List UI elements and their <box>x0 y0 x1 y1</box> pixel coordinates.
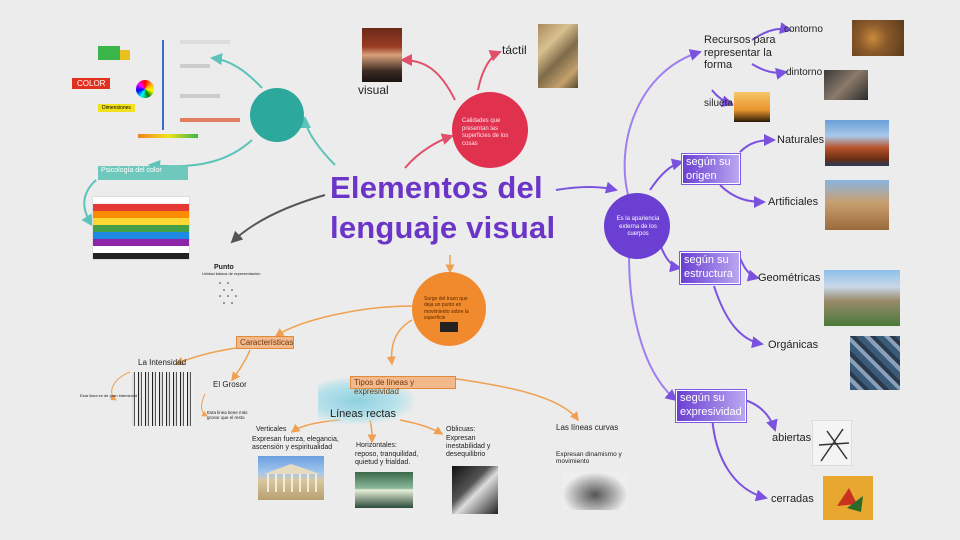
oblique-image <box>452 466 498 514</box>
connector <box>711 415 768 502</box>
label-geometricas: Geométricas <box>758 272 821 284</box>
texture-image <box>538 24 578 88</box>
connector <box>713 285 764 349</box>
connector <box>449 377 579 422</box>
oblicuas-title: Oblicuas: <box>446 426 476 433</box>
label-intensidad: La Intensidad <box>138 358 187 367</box>
label-contorno: contorno <box>784 24 823 35</box>
label-naturales: Naturales <box>777 134 825 146</box>
connector <box>148 139 253 172</box>
verticales-title: Verticales <box>256 426 287 433</box>
parthenon-image <box>258 456 324 500</box>
psicologia-table <box>92 196 190 260</box>
color-theory-panel: COLOR Dimensiones <box>70 34 240 138</box>
label-rectas: Líneas rectas <box>330 408 397 420</box>
label-cerradas: cerradas <box>771 493 814 505</box>
connector <box>739 257 760 282</box>
connector <box>274 305 413 337</box>
text-row <box>180 64 210 68</box>
label-abiertas: abiertas <box>772 432 812 444</box>
curvas-title: Las líneas curvas <box>556 423 619 432</box>
dintorno-image <box>824 70 868 100</box>
mountains-image <box>825 120 889 166</box>
chip-caracteristicas[interactable]: Características <box>236 336 294 349</box>
connector <box>400 54 456 101</box>
purple-node-text: Es la apariencia externa de los cuerpos <box>616 216 660 237</box>
silhouette-image <box>734 92 770 122</box>
shapes-icon <box>837 488 863 512</box>
grosor-note: Esta linea tiene más grosor que el resto <box>207 410 248 421</box>
connector <box>299 116 336 166</box>
mind-map-canvas: Elementos del lenguaje visual Calidades … <box>0 0 960 540</box>
closed-shape-image <box>823 476 873 520</box>
gaudi-image <box>850 336 900 390</box>
punto-subtitle: Unidad básica de representación <box>202 271 261 276</box>
horizontales-title: Horizontales: <box>356 442 397 449</box>
oblicuas-desc: Expresan inestabilidad y desequilibrio <box>446 435 491 459</box>
pyramid-image <box>824 270 900 326</box>
orange-node-text: Surge del trazo que deja un punto en mov… <box>424 296 469 321</box>
bracket <box>162 40 168 130</box>
text-row <box>180 94 220 98</box>
open-shape-image <box>812 420 852 466</box>
chip-tipos[interactable]: Tipos de líneas y expresividad <box>350 376 456 396</box>
sculpture-icon <box>818 428 850 462</box>
text-row <box>180 118 240 122</box>
connector <box>404 133 454 169</box>
orange-node-icon <box>440 322 458 332</box>
dimensiones-label: Dimensiones <box>98 104 135 112</box>
label-organicas: Orgánicas <box>768 339 819 351</box>
gradient-bar <box>138 134 198 138</box>
title-line-2: lenguaje visual <box>330 209 556 245</box>
columns-icon <box>264 464 320 492</box>
horizontales-desc: reposo, tranquilidad, quietud y frialdad… <box>355 451 419 467</box>
cave-art-image <box>852 20 904 56</box>
lines-texture-image <box>132 372 194 426</box>
chip-expresividad[interactable]: según su expresividad <box>676 390 746 422</box>
connector <box>231 349 251 382</box>
horizon-image <box>355 472 413 508</box>
red-node-text: Calidades que presentan las superficies … <box>462 118 509 147</box>
connector <box>744 399 778 432</box>
label-tactil: táctil <box>502 43 527 57</box>
color-wheel <box>136 80 154 98</box>
curvas-desc: Expresan dinamismo y movimiento <box>556 451 622 466</box>
intensidad-note: Esta linea es de gran intensidad <box>80 393 137 398</box>
yellow-swatch <box>120 50 130 60</box>
connector <box>555 181 618 194</box>
label-dintorno: dintorno <box>786 67 823 78</box>
monument-image <box>825 180 889 230</box>
curves-image <box>562 472 628 510</box>
connector <box>739 134 776 153</box>
connector <box>386 319 413 366</box>
title-line-1: Elementos del <box>330 170 543 205</box>
psicologia-chip[interactable]: Psicología del color <box>98 166 188 180</box>
green-swatch <box>98 46 120 60</box>
dots-pattern <box>219 282 237 304</box>
chip-estructura[interactable]: según su estructura <box>680 252 740 284</box>
chip-origen[interactable]: según su origen <box>682 154 740 184</box>
label-artificiales: Artificiales <box>768 196 819 208</box>
connector <box>230 194 326 244</box>
resources-heading: Recursos para representar la forma <box>704 34 776 72</box>
label-silueta: silueta <box>704 98 733 109</box>
connector <box>649 158 684 191</box>
color-label: COLOR <box>72 78 111 89</box>
main-title[interactable]: Elementos del lenguaje visual <box>330 168 555 247</box>
connector <box>719 184 766 208</box>
verticales-desc: Expresan fuerza, elegancia, ascensión y … <box>252 436 339 452</box>
portrait-image <box>362 28 402 82</box>
label-visual: visual <box>358 83 389 97</box>
connector <box>477 50 502 91</box>
label-grosor: El Grosor <box>213 380 247 389</box>
teal-node[interactable] <box>250 88 304 142</box>
text-row <box>180 40 230 44</box>
